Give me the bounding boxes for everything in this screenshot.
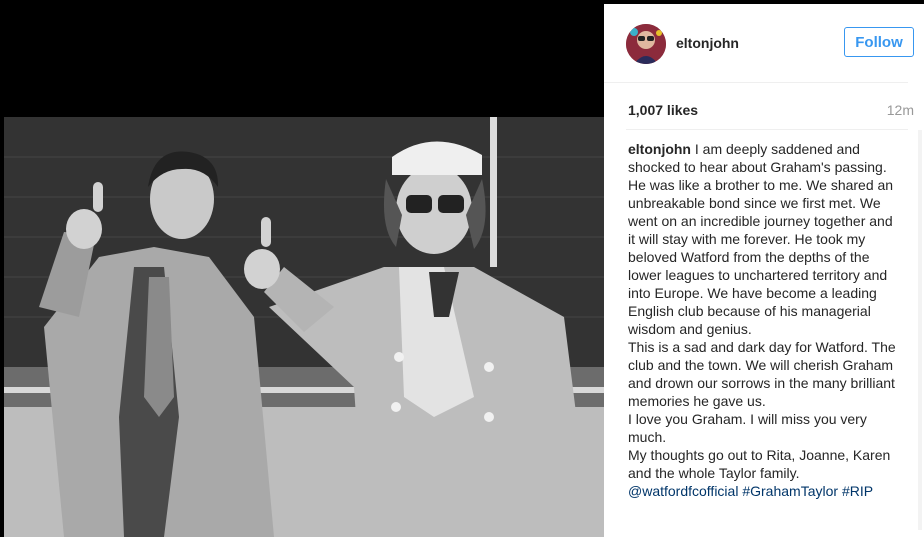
mention-link[interactable]: @watfordfcofficial [628, 483, 738, 499]
username-link[interactable]: eltonjohn [676, 35, 739, 51]
avatar[interactable] [626, 24, 666, 64]
post-timestamp[interactable]: 12m [887, 102, 914, 118]
divider [626, 129, 908, 130]
hashtag-link[interactable]: #RIP [842, 483, 873, 499]
caption-line: My thoughts go out to Rita, Joanne, Kare… [628, 447, 895, 481]
likes-count[interactable]: 1,007 likes [628, 102, 698, 118]
post-side-panel: eltonjohn Follow 1,007 likes 12m eltonjo… [604, 4, 924, 537]
hashtag-link[interactable]: #GrahamTaylor [742, 483, 838, 499]
avatar-image [626, 24, 666, 64]
caption-line: eltonjohn I am deeply saddened and shock… [628, 140, 903, 176]
follow-button[interactable]: Follow [844, 27, 914, 57]
caption-tags: @watfordfcofficial #GrahamTaylor #RIP [628, 482, 903, 500]
post-header: eltonjohn Follow [604, 4, 914, 83]
post-photo[interactable] [4, 117, 604, 537]
caption-line: He was like a brother to me. We shared a… [628, 177, 897, 337]
photo-illustration [4, 117, 604, 537]
caption-scrollbar[interactable] [918, 130, 922, 530]
caption-username[interactable]: eltonjohn [628, 141, 691, 157]
post-media-area [0, 0, 604, 537]
post-caption: eltonjohn I am deeply saddened and shock… [628, 140, 903, 500]
caption-line: This is a sad and dark day for Watford. … [628, 339, 900, 409]
caption-line: I love you Graham. I will miss you very … [628, 411, 871, 445]
